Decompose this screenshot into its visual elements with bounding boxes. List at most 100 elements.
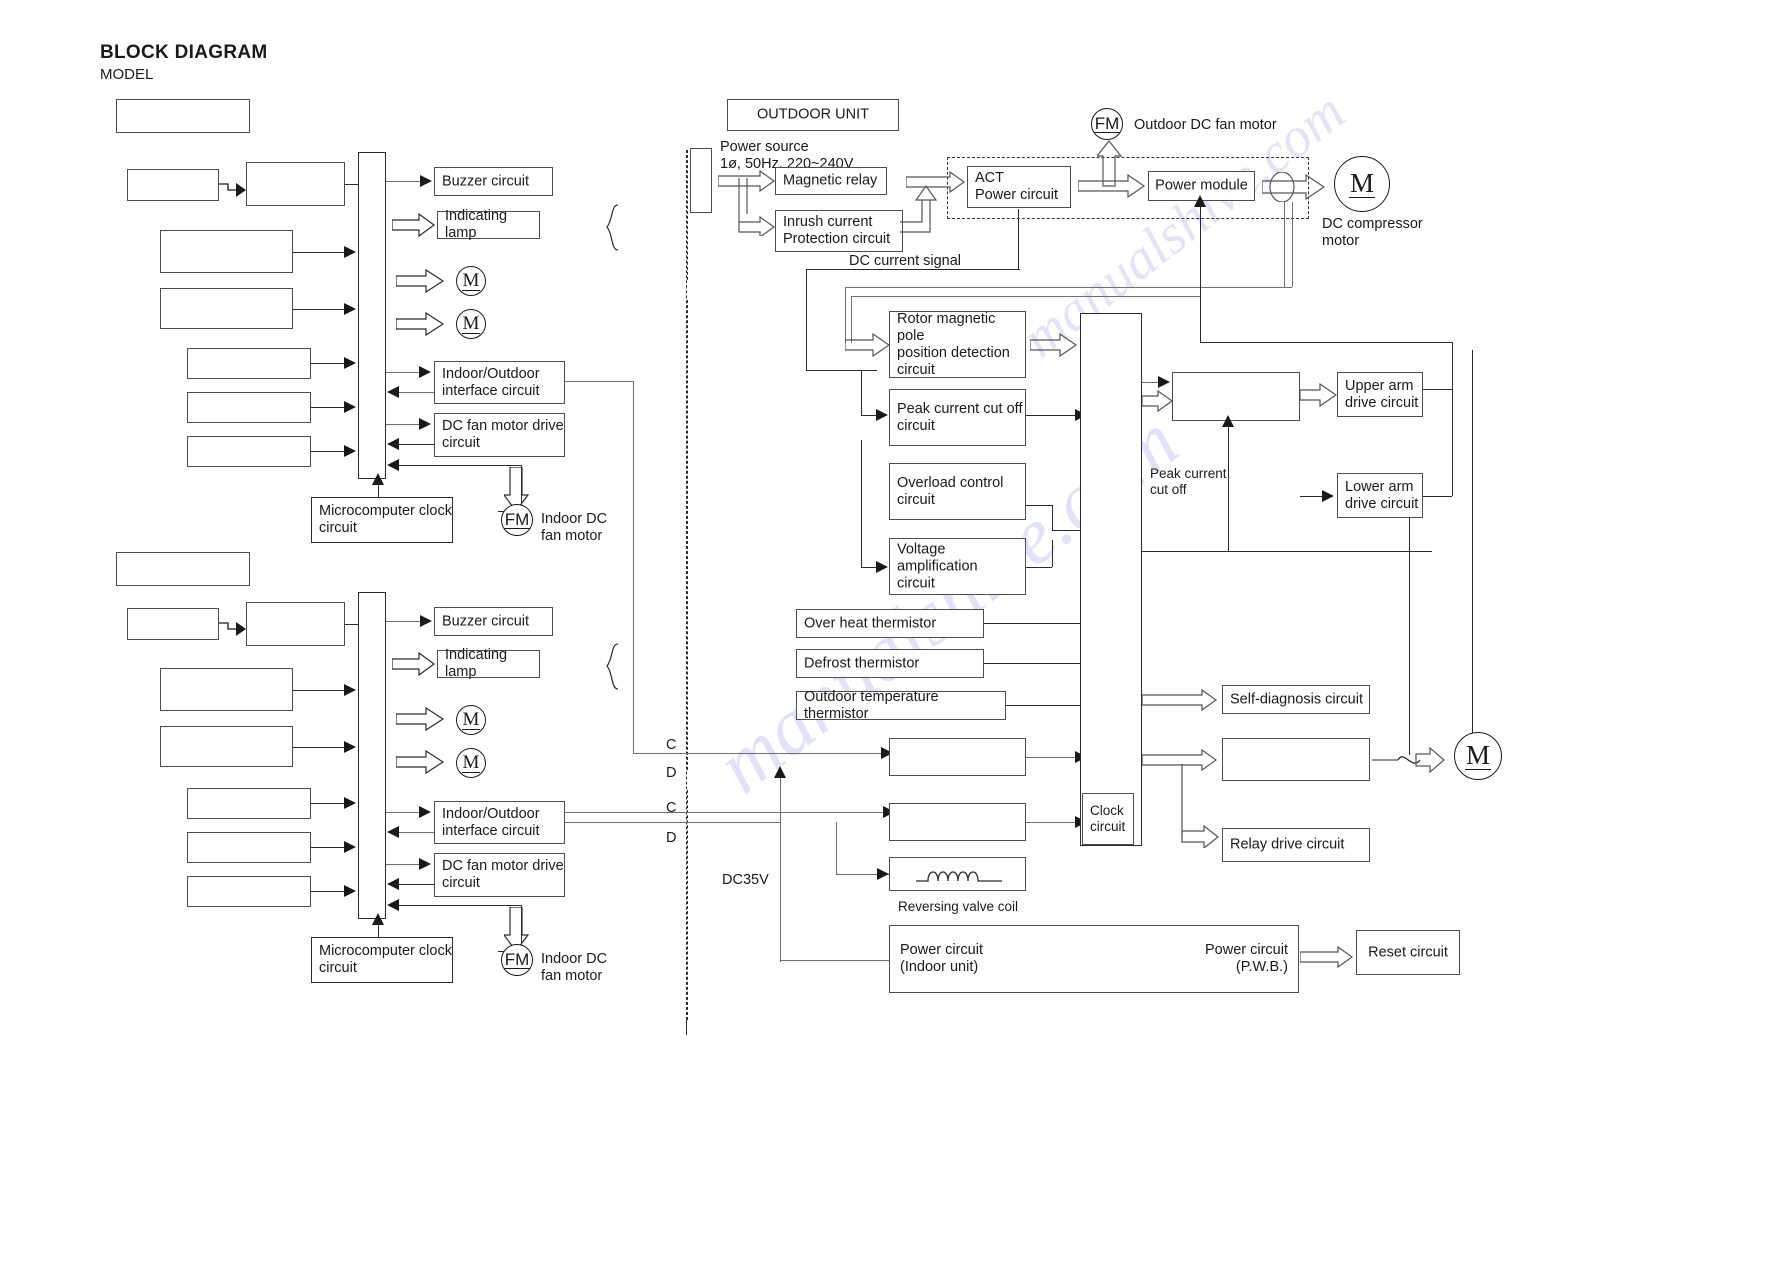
indoor-top-buzzer-circuit: Buzzer circuit (434, 167, 553, 196)
indoor-top-blank-box-2 (246, 162, 345, 206)
block-arrow-icon (1030, 333, 1078, 357)
indoor-top-blank-box-4 (160, 288, 293, 329)
indoor-top-interface-circuit: Indoor/Outdoor interface circuit (434, 361, 565, 404)
outdoor-microcomputer-bar (1080, 313, 1142, 846)
indoor-bottom-fan-motor-symbol: FM (501, 944, 533, 976)
indoor-top-blank-box-7 (187, 436, 311, 467)
compressor-connection-icon (1262, 172, 1326, 202)
indoor-top-blank-box-6 (187, 392, 311, 423)
page-title: BLOCK DIAGRAM (100, 42, 268, 63)
dc-current-signal-label: DC current signal (849, 253, 962, 269)
brace-icon (606, 204, 619, 251)
block-diagram-page: manualshive.com manualshive.com BLOCK DI… (0, 0, 1787, 1263)
valve-motor-symbol: M (1454, 732, 1502, 780)
outdoor-blank-interface-box-2 (889, 803, 1026, 841)
indoor-bottom-microcomputer-bar (358, 592, 386, 919)
unit-divider-tail (686, 1020, 687, 1035)
indoor-bottom-motor-symbol-1: M (456, 705, 486, 735)
block-arrow-up-icon (900, 184, 938, 233)
signal-arrow-icon (219, 183, 246, 197)
indoor-bottom-blank-box-1 (127, 608, 219, 640)
upper-arm-drive-box: Upper arm drive circuit (1337, 372, 1423, 417)
block-arrow-icon (1300, 383, 1338, 407)
dc-compressor-motor-symbol: M (1334, 156, 1390, 212)
defrost-thermistor-box: Defrost thermistor (796, 649, 984, 678)
dc-compressor-motor-label: DC compressor motor (1322, 216, 1423, 249)
block-arrow-icon (392, 652, 436, 676)
power-circuit-pwb-label: Power circuit (P.W.B.) (1205, 942, 1288, 975)
indoor-top-motor-symbol-2: M (456, 309, 486, 339)
block-arrow-icon (396, 312, 445, 336)
block-arrow-icon (396, 269, 445, 293)
indoor-bottom-blank-box-3 (160, 668, 293, 711)
voltage-amplification-box: Voltage amplification circuit (889, 538, 1026, 595)
outdoor-unit-header: OUTDOOR UNIT (727, 99, 899, 131)
indoor-top-microcomputer-bar (358, 152, 386, 479)
indoor-top-model-box (116, 99, 250, 133)
block-arrow-up-icon (1097, 140, 1123, 187)
reversing-valve-coil-label: Reversing valve coil (898, 899, 1019, 914)
model-label: MODEL (100, 66, 154, 83)
block-arrow-icon (1142, 390, 1174, 412)
bus-label-c-top: C (666, 737, 677, 753)
outdoor-temp-thermistor-box: Outdoor temperature thermistor (796, 689, 1006, 722)
dc35v-label: DC35V (722, 872, 769, 888)
outdoor-blank-control-box (1172, 372, 1300, 421)
block-arrow-branch-icon (1181, 764, 1219, 848)
indoor-top-fan-motor-symbol: FM (501, 504, 533, 536)
unit-divider-line (686, 150, 687, 1020)
indoor-bottom-blank-box-6 (187, 832, 311, 863)
bus-label-d-bottom: D (666, 830, 677, 846)
indoor-bottom-indicating-lamp: Indicating lamp (437, 647, 540, 680)
relay-drive-box: Relay drive circuit (1222, 828, 1370, 862)
block-arrow-icon (396, 750, 445, 774)
indoor-bottom-model-box (116, 552, 250, 586)
reversing-valve-coil-box (889, 857, 1026, 891)
outdoor-blank-valve-drive-box (1222, 738, 1370, 781)
indoor-bottom-buzzer-circuit: Buzzer circuit (434, 607, 553, 636)
clock-circuit-box: Clock circuit (1082, 793, 1134, 845)
indoor-bottom-blank-box-7 (187, 876, 311, 907)
overload-control-box: Overload control circuit (889, 463, 1026, 520)
indoor-bottom-fan-drive-circuit: DC fan motor drive circuit (434, 853, 565, 897)
inrush-current-box: Inrush current Protection circuit (775, 210, 903, 252)
indoor-bottom-microcomputer-clock: Microcomputer clock circuit (311, 937, 453, 983)
bus-label-d-top: D (666, 765, 677, 781)
peak-current-cutoff-note: Peak current cut off (1150, 466, 1227, 497)
indoor-bottom-fan-motor-label: Indoor DC fan motor (541, 951, 608, 984)
peak-current-cutoff-box: Peak current cut off circuit (889, 389, 1026, 446)
magnetic-relay-box: Magnetic relay (775, 167, 887, 195)
block-arrow-icon (845, 333, 891, 357)
signal-arrow-icon (219, 622, 246, 636)
outdoor-blank-interface-box-1 (889, 738, 1026, 776)
indoor-top-fan-drive-circuit: DC fan motor drive circuit (434, 413, 565, 457)
indoor-top-blank-box-3 (160, 230, 293, 273)
indoor-bottom-interface-circuit: Indoor/Outdoor interface circuit (434, 801, 565, 844)
block-arrow-icon (396, 707, 445, 731)
indoor-bottom-blank-box-4 (160, 726, 293, 767)
indoor-bottom-blank-box-5 (187, 788, 311, 819)
brace-icon (606, 643, 619, 690)
terminal-block (690, 148, 712, 213)
indoor-top-fan-motor-label: Indoor DC fan motor (541, 511, 608, 544)
rotor-detection-box: Rotor magnetic pole position detection c… (889, 311, 1026, 378)
block-arrow-branch-icon (738, 178, 776, 236)
bus-label-c-bottom: C (666, 800, 677, 816)
reset-circuit-box: Reset circuit (1356, 930, 1460, 975)
indoor-top-blank-box-5 (187, 348, 311, 379)
indoor-top-indicating-lamp: Indicating lamp (437, 208, 540, 241)
indoor-bottom-motor-symbol-2: M (456, 748, 486, 778)
inductor-icon (916, 871, 1002, 882)
block-arrow-icon (392, 213, 436, 237)
over-heat-thermistor-box: Over heat thermistor (796, 609, 984, 638)
block-arrow-up-icon (1184, 205, 1210, 305)
indoor-top-blank-box-1 (127, 169, 219, 201)
indoor-bottom-blank-box-2 (246, 602, 345, 646)
block-arrow-icon (1300, 946, 1354, 968)
indoor-top-motor-symbol-1: M (456, 266, 486, 296)
act-power-circuit-box: ACT Power circuit (967, 166, 1071, 208)
block-arrow-icon (1142, 689, 1218, 711)
self-diagnosis-box: Self-diagnosis circuit (1222, 685, 1370, 714)
outdoor-fan-motor-symbol: FM (1091, 108, 1123, 140)
outdoor-fan-motor-label: Outdoor DC fan motor (1134, 117, 1277, 133)
